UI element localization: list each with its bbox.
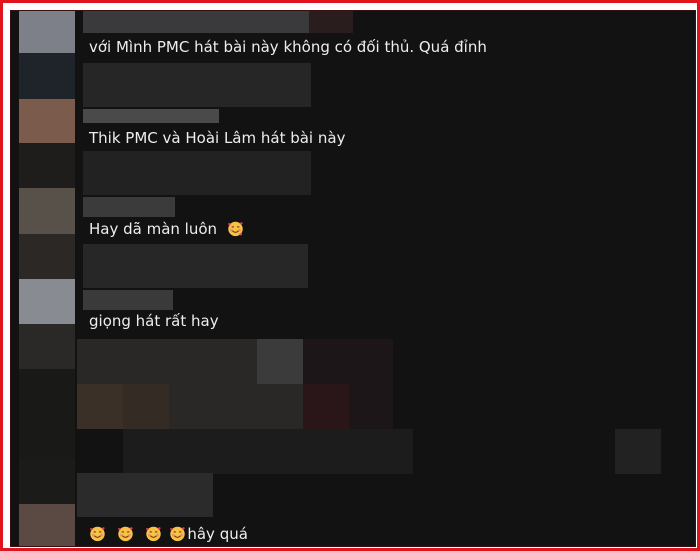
blurred-block bbox=[303, 384, 349, 429]
blurred-name bbox=[83, 197, 175, 217]
image-frame: với Mình PMC hát bài này không có đối th… bbox=[0, 0, 700, 551]
comment-text: hây quá bbox=[89, 524, 248, 544]
blurred-block bbox=[83, 151, 311, 195]
avatar bbox=[19, 459, 75, 504]
blurred-block bbox=[123, 429, 413, 474]
comment-text: với Mình PMC hát bài này không có đối th… bbox=[89, 38, 487, 56]
avatar bbox=[19, 234, 75, 279]
blurred-block bbox=[123, 384, 169, 429]
blurred-name bbox=[83, 11, 309, 33]
avatar bbox=[19, 99, 75, 143]
comments-panel: với Mình PMC hát bài này không có đối th… bbox=[10, 10, 696, 547]
blurred-block bbox=[77, 473, 213, 517]
avatar bbox=[19, 504, 75, 546]
comment-text: Hay dã màn luôn bbox=[89, 219, 245, 239]
smiling-face-with-hearts-icon bbox=[145, 526, 161, 542]
blurred-name bbox=[309, 11, 353, 33]
comment-text: hây quá bbox=[187, 525, 248, 543]
avatar bbox=[19, 188, 75, 234]
blurred-block bbox=[615, 429, 661, 474]
avatar bbox=[19, 369, 75, 459]
blurred-block bbox=[77, 384, 123, 429]
avatar bbox=[19, 11, 75, 53]
avatar bbox=[19, 279, 75, 324]
smiling-face-with-hearts-icon bbox=[170, 526, 186, 542]
smiling-face-with-hearts-icon bbox=[90, 526, 105, 542]
avatar bbox=[19, 53, 75, 99]
comment-text: giọng hát rất hay bbox=[89, 312, 219, 330]
smiling-face-with-hearts-icon bbox=[117, 526, 133, 542]
blurred-name bbox=[83, 109, 219, 123]
blurred-block bbox=[83, 244, 308, 288]
blurred-block bbox=[83, 63, 311, 107]
blurred-block bbox=[257, 339, 303, 384]
avatar bbox=[19, 324, 75, 369]
comment-text: Hay dã màn luôn bbox=[89, 220, 218, 238]
blurred-name bbox=[83, 290, 173, 310]
smiling-face-with-hearts-icon bbox=[227, 221, 243, 237]
avatar bbox=[19, 143, 75, 188]
comment-text: Thik PMC và Hoài Lâm hát bài này bbox=[89, 129, 346, 147]
